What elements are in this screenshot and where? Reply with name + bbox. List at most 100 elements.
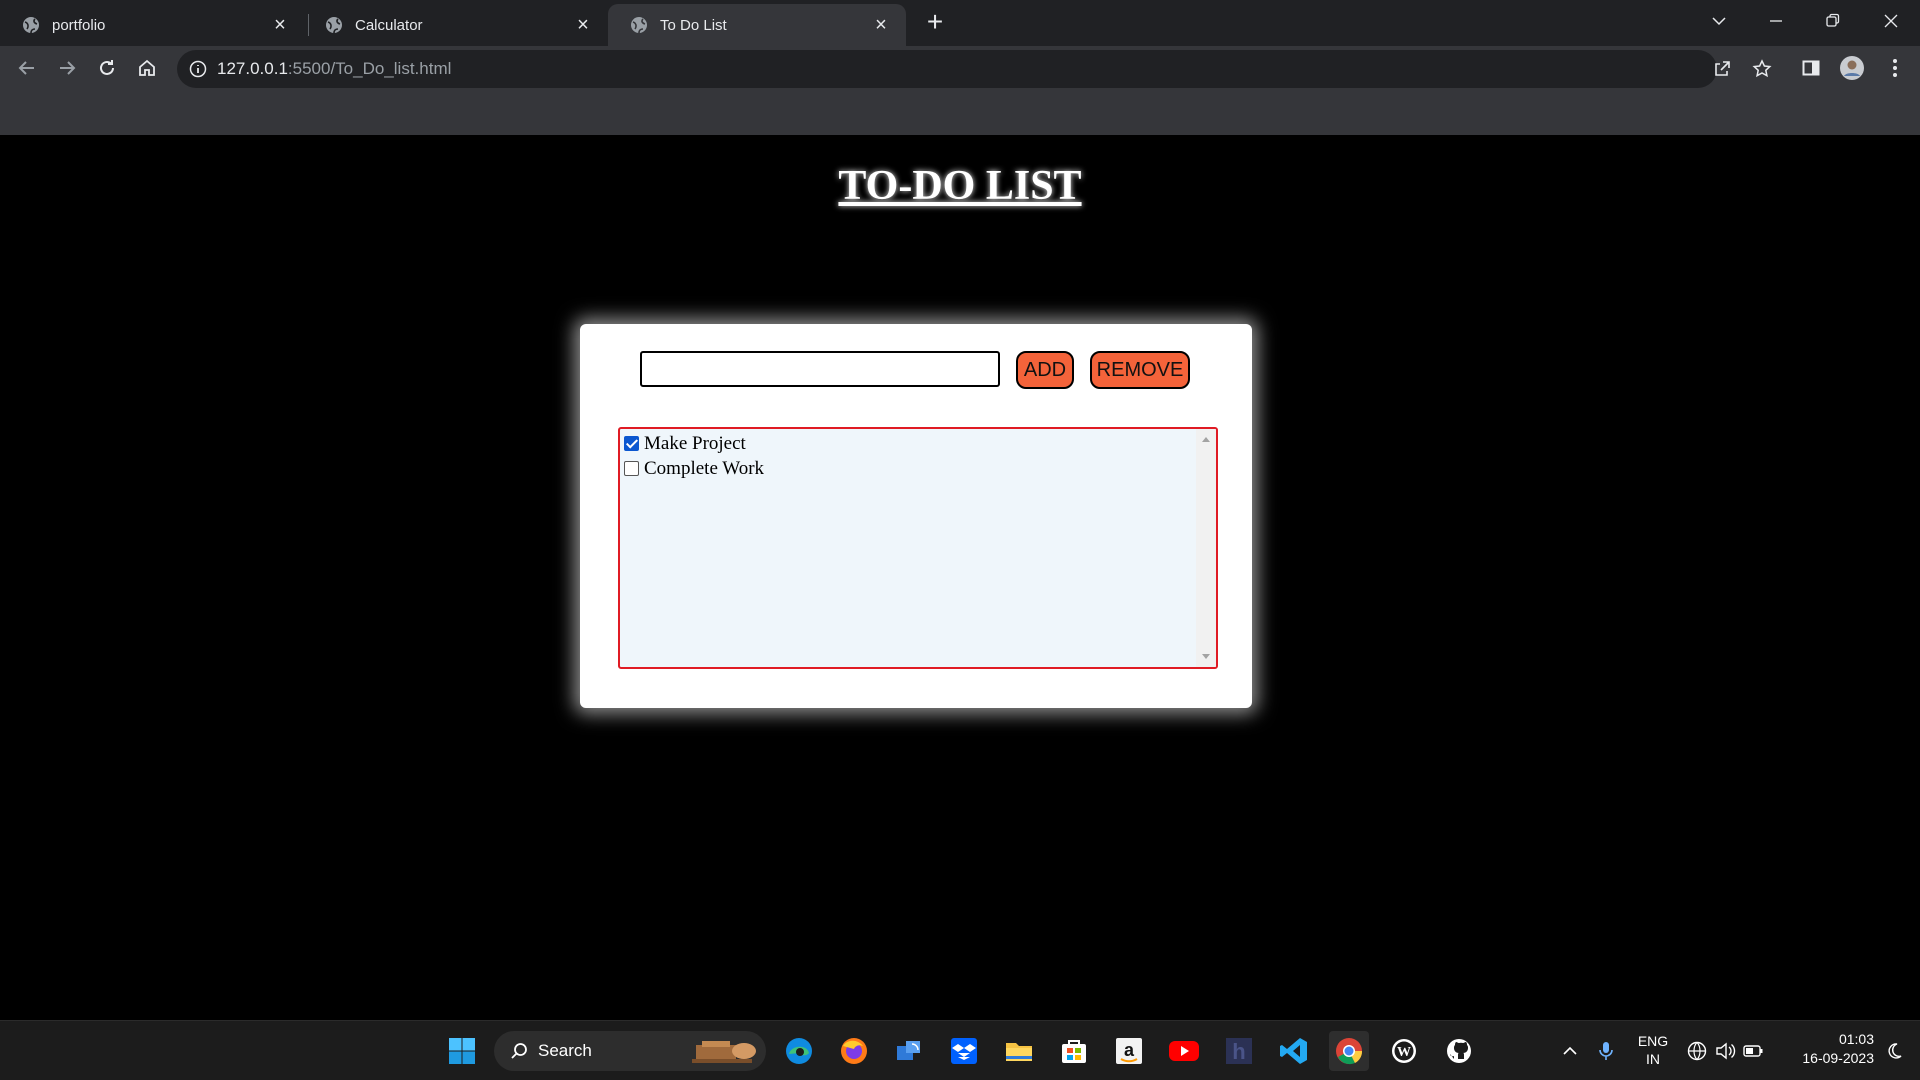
chevron-up-icon (1563, 1046, 1577, 1055)
language-label: ENG (1637, 1033, 1669, 1049)
tab-portfolio[interactable]: portfolio × (0, 4, 305, 46)
todo-card: ADD REMOVE Make Project Complete Work (580, 324, 1252, 708)
page-title: TO-DO LIST (838, 163, 1082, 209)
file-explorer-app[interactable] (999, 1031, 1039, 1071)
tab-to-do-list[interactable]: To Do List × (608, 4, 906, 46)
side-panel-button[interactable] (1798, 55, 1824, 81)
chrome-app[interactable] (1329, 1031, 1369, 1071)
h-icon: h (1226, 1038, 1252, 1064)
task-label: Make Project (644, 432, 746, 454)
star-icon (1752, 59, 1772, 78)
vscode-app[interactable] (1274, 1031, 1314, 1071)
minimize-icon (1770, 20, 1782, 22)
notifications-button[interactable] (1876, 1031, 1912, 1071)
tab-title: portfolio (52, 16, 106, 34)
list-item: Make Project (624, 431, 764, 456)
wordpress-app[interactable]: W (1384, 1031, 1424, 1071)
reload-icon (100, 60, 114, 75)
task-input[interactable] (640, 351, 1000, 387)
restore-button[interactable] (1810, 6, 1856, 36)
volume-icon (1716, 1042, 1736, 1060)
avatar-icon (1840, 56, 1864, 80)
url-text: 127.0.0.1:5500/To_Do_list.html (217, 59, 451, 79)
arrow-right-icon (60, 61, 76, 75)
language-indicator[interactable]: ENG IN (1628, 1033, 1678, 1067)
home-icon (139, 59, 155, 76)
task-checkbox[interactable] (624, 461, 639, 476)
browser-chrome: portfolio × Calculator × To Do List × + (0, 0, 1920, 135)
globe-icon (631, 17, 647, 34)
edge-app[interactable] (779, 1031, 819, 1071)
menu-button[interactable] (1882, 55, 1908, 81)
chevron-down-icon (1712, 17, 1726, 26)
store-icon (1062, 1040, 1086, 1063)
address-bar[interactable]: 127.0.0.1:5500/To_Do_list.html (177, 50, 1772, 88)
dropbox-app[interactable] (944, 1031, 984, 1071)
github-app[interactable] (1439, 1031, 1479, 1071)
globe-icon (23, 17, 39, 34)
store-app[interactable] (1054, 1031, 1094, 1071)
wordpress-icon: W (1392, 1039, 1416, 1063)
back-button[interactable] (12, 53, 42, 83)
chrome-icon (1336, 1038, 1363, 1065)
edge-icon (786, 1038, 812, 1064)
hackerrank-app[interactable]: h (1219, 1031, 1259, 1071)
task-list[interactable]: Make Project Complete Work (618, 427, 1218, 669)
svg-text:a: a (1124, 1040, 1135, 1060)
side-panel-icon (1802, 60, 1820, 76)
scroll-up-icon[interactable] (1202, 437, 1210, 442)
tab-title: Calculator (355, 16, 423, 34)
info-icon (189, 60, 207, 78)
tab-strip: portfolio × Calculator × To Do List × + (0, 0, 1920, 46)
close-icon (1884, 14, 1898, 28)
minimize-button[interactable] (1753, 6, 1799, 36)
start-button[interactable] (442, 1031, 482, 1071)
browser-toolbar: 127.0.0.1:5500/To_Do_list.html (0, 46, 1920, 92)
bookmark-button[interactable] (1749, 56, 1775, 82)
close-icon[interactable]: × (572, 14, 594, 36)
taskbar-search[interactable]: Search (494, 1031, 766, 1071)
cast-icon (897, 1041, 920, 1060)
home-button[interactable] (132, 53, 162, 83)
firefox-app[interactable] (834, 1031, 874, 1071)
close-icon[interactable]: × (269, 14, 291, 36)
microphone-icon (1599, 1042, 1613, 1060)
github-icon (1447, 1039, 1471, 1063)
search-label: Search (538, 1041, 592, 1060)
microphone-button[interactable] (1586, 1031, 1626, 1071)
search-highlight-icon (692, 1041, 756, 1063)
share-button[interactable] (1709, 56, 1735, 82)
svg-text:W: W (1397, 1045, 1411, 1060)
add-button[interactable]: ADD (1016, 351, 1074, 389)
close-icon[interactable]: × (870, 14, 892, 36)
youtube-app[interactable] (1164, 1031, 1204, 1071)
remove-button[interactable]: REMOVE (1090, 351, 1190, 389)
svg-text:h: h (1232, 1039, 1245, 1064)
task-list-items: Make Project Complete Work (624, 431, 764, 481)
scroll-down-icon[interactable] (1202, 654, 1210, 659)
close-window-button[interactable] (1868, 6, 1914, 36)
forward-button[interactable] (52, 53, 82, 83)
new-tab-button[interactable]: + (921, 8, 949, 36)
page-content: TO-DO LIST ADD REMOVE Make Project Compl… (0, 135, 1920, 1020)
clock-time: 01:03 (1838, 1031, 1874, 1047)
windows-icon (449, 1038, 475, 1064)
profile-avatar[interactable] (1839, 55, 1865, 81)
url-path: :5500/To_Do_list.html (287, 59, 452, 78)
arrow-left-icon (18, 61, 34, 75)
reload-button[interactable] (92, 53, 122, 83)
task-checkbox[interactable] (624, 436, 639, 451)
quick-settings-button[interactable] (1680, 1031, 1770, 1071)
youtube-icon (1169, 1041, 1199, 1061)
firefox-icon (841, 1038, 867, 1064)
remote-app[interactable] (889, 1031, 929, 1071)
more-vert-icon (1893, 59, 1897, 77)
tab-calculator[interactable]: Calculator × (303, 4, 608, 46)
amazon-icon: a (1116, 1038, 1142, 1064)
amazon-app[interactable]: a (1109, 1031, 1149, 1071)
clock[interactable]: 01:03 16-09-2023 (1784, 1031, 1874, 1066)
scrollbar[interactable] (1196, 429, 1216, 667)
show-hidden-icons-button[interactable] (1550, 1031, 1590, 1071)
folder-icon (1006, 1043, 1032, 1061)
tab-search-button[interactable] (1696, 6, 1742, 36)
